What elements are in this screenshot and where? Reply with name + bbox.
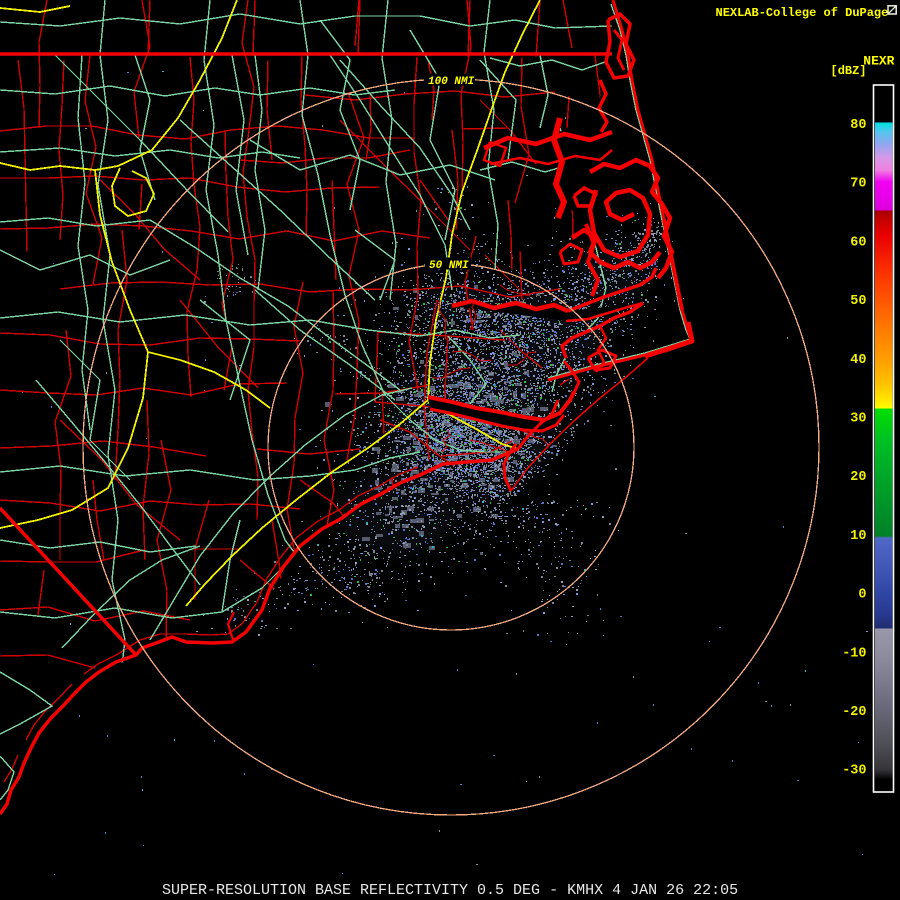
svg-text:SUPER-RESOLUTION BASE REFLECTI: SUPER-RESOLUTION BASE REFLECTIVITY 0.5 D… [162, 882, 738, 899]
svg-text:NEXR: NEXR [863, 54, 894, 69]
svg-text:70: 70 [850, 177, 866, 192]
svg-text:-30: -30 [842, 764, 866, 779]
svg-text:60: 60 [850, 235, 866, 250]
svg-text:80: 80 [850, 118, 866, 133]
svg-text:-10: -10 [842, 646, 866, 661]
svg-text:40: 40 [850, 353, 866, 368]
svg-text:100 NMI: 100 NMI [428, 76, 475, 88]
svg-text:50: 50 [850, 294, 866, 309]
svg-text:0: 0 [858, 588, 866, 603]
svg-text:NEXLAB-College of DuPage: NEXLAB-College of DuPage [716, 6, 889, 20]
svg-text:30: 30 [850, 412, 866, 427]
svg-text:-20: -20 [842, 705, 866, 720]
svg-text:50 NMI: 50 NMI [429, 260, 469, 272]
svg-text:10: 10 [850, 529, 866, 544]
svg-text:[dBZ]: [dBZ] [831, 64, 867, 78]
svg-text:20: 20 [850, 470, 866, 485]
